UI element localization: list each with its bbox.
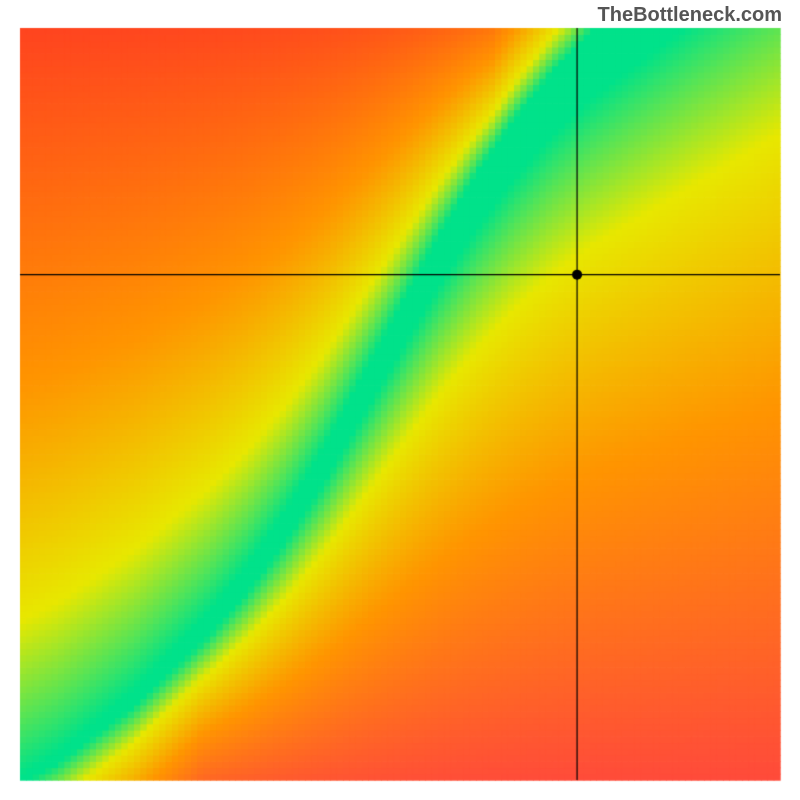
watermark-text: TheBottleneck.com: [598, 4, 782, 27]
bottleneck-heatmap: [0, 0, 800, 800]
chart-container: TheBottleneck.com: [0, 0, 800, 800]
